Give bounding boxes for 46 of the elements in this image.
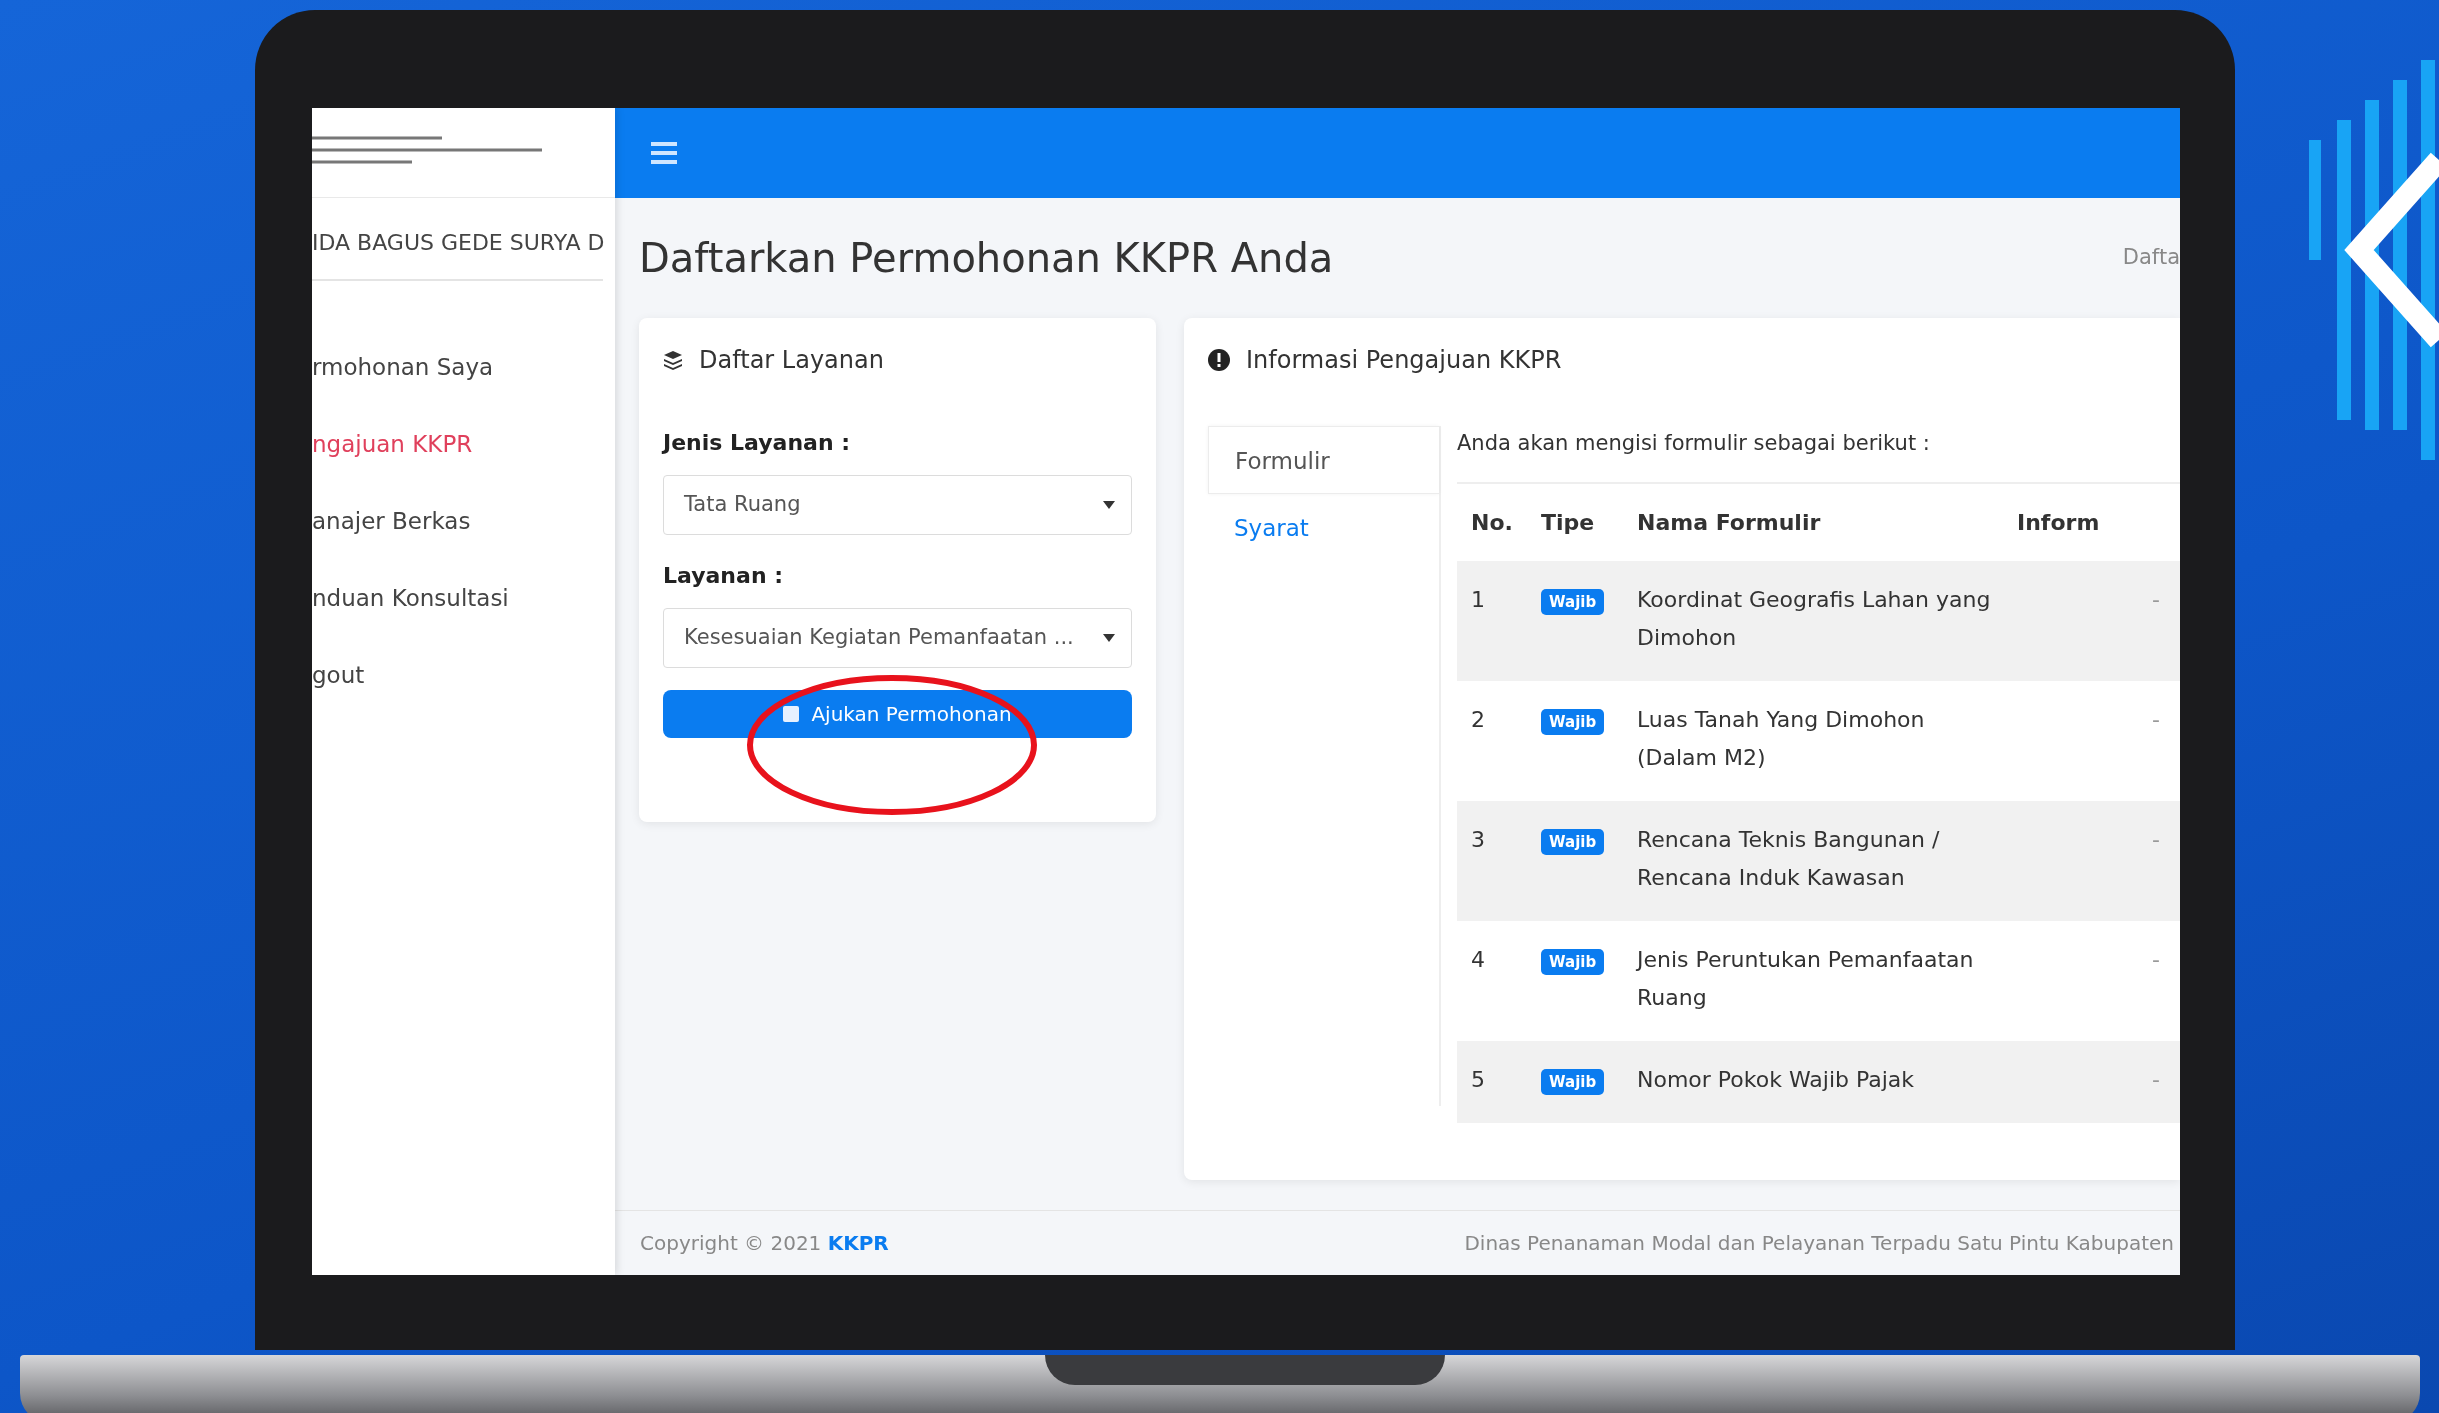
table-cell: - xyxy=(2003,1040,2180,1123)
table-cell: 4 xyxy=(1457,920,1527,1041)
agency-text: Dinas Penanaman Modal dan Pelayanan Terpadu Satu Pintu Kabupaten xyxy=(1464,1230,2174,1257)
intro-text: Anda akan mengisi formulir sebagai berikut : xyxy=(1457,430,1931,457)
type-badge: Wajib xyxy=(1541,948,1605,975)
dropdown-field[interactable]: Tata Ruang xyxy=(663,475,1132,535)
tab[interactable]: Syarat xyxy=(1208,494,1439,562)
type-badge: Wajib xyxy=(1541,588,1605,615)
table-cell: 1 xyxy=(1457,560,1527,681)
edit-icon xyxy=(783,706,800,722)
sidebar-item[interactable]: gout xyxy=(312,637,615,714)
table-cell: Rencana Teknis Bangunan / Rencana Induk Kawasan xyxy=(1623,800,2003,921)
sidebar-item[interactable]: nduan Konsultasi xyxy=(312,560,615,637)
menu-icon[interactable] xyxy=(651,142,677,164)
layers-icon xyxy=(663,350,683,370)
table-cell: 2 xyxy=(1457,680,1527,801)
brand-link[interactable]: KKPR xyxy=(827,1231,889,1255)
table-cell: Jenis Peruntukan Pemanfaatan Ruang xyxy=(1623,920,2003,1041)
type-badge: Wajib xyxy=(1541,1068,1605,1095)
sidebar-item[interactable]: rmohonan Saya xyxy=(312,329,615,406)
table-cell: - xyxy=(2003,560,2180,681)
type-badge: Wajib xyxy=(1541,828,1605,855)
page-title: Daftarkan Permohonan KKPR Anda xyxy=(639,234,1334,282)
caret-icon xyxy=(1103,501,1115,509)
user-name: IDA BAGUS GEDE SURYA D xyxy=(312,198,603,281)
table-cell: Nomor Pokok Wajib Pajak xyxy=(1623,1040,2003,1123)
sidebar-item[interactable]: anajer Berkas xyxy=(312,483,615,560)
table-cell: - xyxy=(2003,800,2180,921)
table-cell: Koordinat Geografis Lahan yang Dimohon xyxy=(1623,560,2003,681)
submit-application-button[interactable]: Ajukan Permohonan xyxy=(663,690,1132,738)
table-cell: 3 xyxy=(1457,800,1527,921)
sidebar-item[interactable]: ngajuan KKPR xyxy=(312,406,615,483)
table-cell: - xyxy=(2003,920,2180,1041)
table-cell: Luas Tanah Yang Dimohon (Dalam M2) xyxy=(1623,680,2003,801)
copyright-text: Copyright © 2021 KKPR xyxy=(640,1230,889,1257)
caret-icon xyxy=(1103,634,1115,642)
info-icon xyxy=(1208,349,1230,371)
table-cell: 5 xyxy=(1457,1040,1527,1123)
field-label: Jenis Layanan : xyxy=(663,429,852,457)
field-label: Layanan : xyxy=(663,562,784,590)
card-title: Daftar Layanan xyxy=(699,345,884,376)
dropdown-field[interactable]: Kesesuaian Kegiatan Pemanfaatan ... xyxy=(663,608,1132,668)
type-badge: Wajib xyxy=(1541,708,1605,735)
card-title: Informasi Pengajuan KKPR xyxy=(1246,345,1562,376)
tab[interactable]: Formulir xyxy=(1208,426,1439,494)
table-cell: - xyxy=(2003,680,2180,801)
